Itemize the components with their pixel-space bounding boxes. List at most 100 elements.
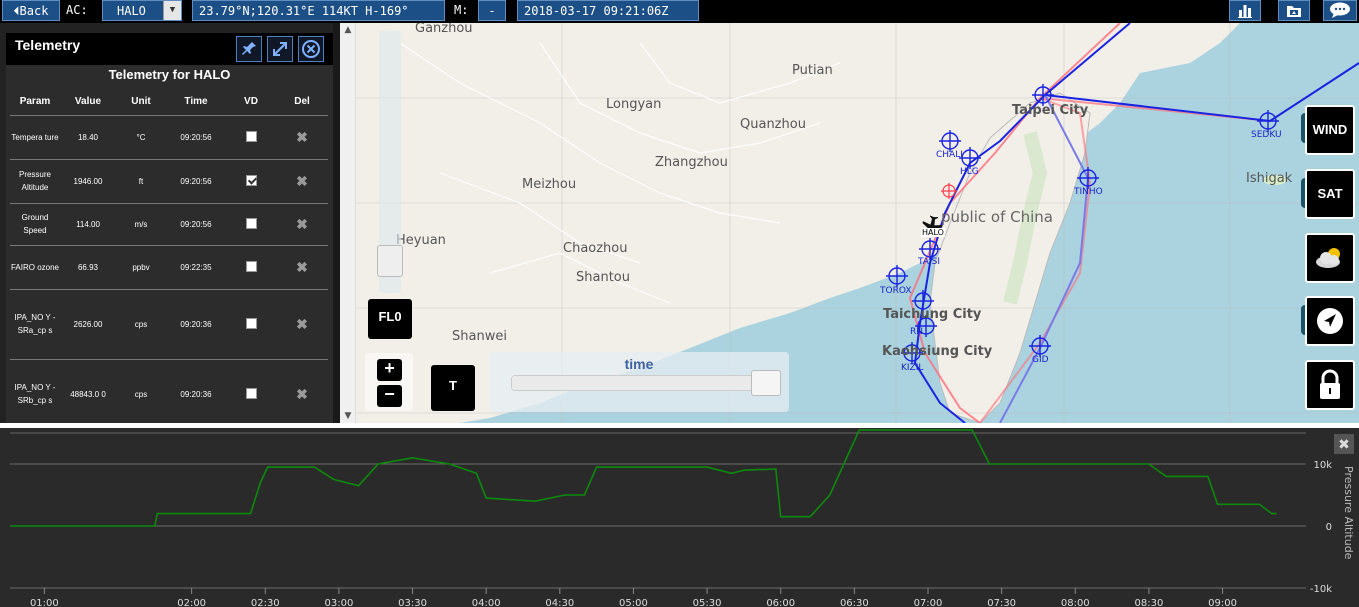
map-place-label: Taipei City xyxy=(1012,103,1089,118)
pin-button[interactable] xyxy=(236,36,262,62)
unit-cell: m/s xyxy=(116,203,166,246)
vd-cell xyxy=(226,289,276,360)
col-param: Param xyxy=(10,89,60,116)
vd-cell xyxy=(226,245,276,290)
telemetry-row: Pressure Altitude 1946.00 ft 09:20:56 ✖ xyxy=(10,159,328,204)
telemetry-body: Tempera ture 18.40 °C 09:20:56 ✖ Pressure Alt… xyxy=(10,115,328,423)
col-vd: VD xyxy=(226,89,276,116)
telemetry-table: Param Value Unit Time VD Del Tempera tur… xyxy=(10,89,328,423)
map-place-label: Longyan xyxy=(606,97,662,112)
chevron-up-icon[interactable]: ▲ xyxy=(340,25,356,35)
telemetry-row: FAIRO ozone 66.93 ppbv 09:22:35 ✖ xyxy=(10,245,328,290)
x-tick-label: 09:00 xyxy=(1208,598,1237,607)
del-cell: ✖ xyxy=(276,245,328,290)
expand-icon xyxy=(273,42,287,56)
altitude-slider-handle[interactable] xyxy=(377,245,403,277)
back-button[interactable]: ⏴Back xyxy=(2,0,60,21)
satellite-layer-button[interactable]: SAT xyxy=(1305,169,1355,219)
x-tick-label: 07:00 xyxy=(914,598,943,607)
telemetry-header: Telemetry xyxy=(6,33,333,65)
plot-canvas[interactable]: 10k 0 -10k 01:00 02:00 02:30 03:00 03:30 04:00 04… xyxy=(0,428,1359,607)
col-del: Del xyxy=(276,89,328,116)
value-cell: 1946.00 xyxy=(60,159,116,204)
x-tick-label: 07:30 xyxy=(987,598,1016,607)
mode-button[interactable]: - xyxy=(478,0,506,21)
vd-cell xyxy=(226,159,276,204)
x-tick-label: 01:00 xyxy=(30,598,59,607)
pressure-altitude-plot[interactable]: 10k 0 -10k 01:00 02:00 02:30 03:00 03:30 04:00 04… xyxy=(0,428,1359,607)
timeseries-panel: 10k 0 -10k 01:00 02:00 02:30 03:00 03:30 04:00 04… xyxy=(0,423,1359,607)
vd-cell xyxy=(226,359,276,423)
aircraft-select[interactable]: HALO ▼ xyxy=(102,0,182,21)
telemetry-row: IPA_NO Y - SRa_cp s 2626.00 cps 09:20:36 ✖ xyxy=(10,289,328,360)
map-place-label: Kaohsiung City xyxy=(882,344,993,359)
map-place-label: Taichung City xyxy=(883,307,982,322)
vd-checkbox[interactable] xyxy=(245,387,257,399)
x-tick-label: 02:00 xyxy=(177,598,206,607)
pressure-altitude-series-line[interactable] xyxy=(10,429,1277,527)
time-cell: 09:20:56 xyxy=(166,159,226,204)
value-cell: 2626.00 xyxy=(60,289,116,360)
unit-cell: ppbv xyxy=(116,245,166,290)
telemetry-header-row: Param Value Unit Time VD Del xyxy=(10,89,328,116)
app-root: ⏴Back AC: HALO ▼ 23.79°N;120.31°E 114KT … xyxy=(0,0,1359,607)
delete-row-icon[interactable]: ✖ xyxy=(296,386,308,402)
close-panel-button[interactable] xyxy=(298,36,324,62)
x-tick-label: 03:30 xyxy=(398,598,427,607)
weather-layer-button[interactable] xyxy=(1305,233,1355,283)
delete-row-icon[interactable]: ✖ xyxy=(296,173,308,189)
lock-button[interactable] xyxy=(1305,360,1355,410)
waypoint-label: TOROX xyxy=(880,286,912,296)
param-cell: Pressure Altitude xyxy=(10,159,60,204)
map-scrollbar[interactable]: ▲ ▼ xyxy=(340,23,356,423)
delete-row-icon[interactable]: ✖ xyxy=(296,316,308,332)
time-cell: 09:20:36 xyxy=(166,359,226,423)
waypoint-label: GID xyxy=(1032,355,1049,365)
time-slider-handle[interactable] xyxy=(750,370,781,396)
x-tick-label: 06:30 xyxy=(840,598,869,607)
time-cell: 09:20:36 xyxy=(166,289,226,360)
expand-button[interactable] xyxy=(267,36,293,62)
map-view[interactable]: Ganzhou Putian Longyan Quanzhou Zhangzhou Mei… xyxy=(340,23,1359,423)
value-cell: 18.40 xyxy=(60,115,116,160)
delete-row-icon[interactable]: ✖ xyxy=(296,129,308,145)
param-cell: IPA_NO Y - SRb_cp s xyxy=(10,359,60,423)
flight-level-button[interactable]: FL0 xyxy=(368,299,412,339)
top-toolbar: ⏴Back AC: HALO ▼ 23.79°N;120.31°E 114KT … xyxy=(0,0,1359,23)
param-cell: Tempera ture xyxy=(10,115,60,160)
telemetry-scrollbar[interactable] xyxy=(333,23,340,423)
delete-row-icon[interactable]: ✖ xyxy=(296,259,308,275)
map-place-label: Shantou xyxy=(576,270,630,285)
col-unit: Unit xyxy=(116,89,166,116)
vd-checkbox[interactable] xyxy=(245,130,257,142)
vd-checkbox[interactable] xyxy=(245,317,257,329)
waypoint-label: TAISI xyxy=(918,257,940,267)
x-tick-label: 08:30 xyxy=(1134,598,1163,607)
x-tick-label: 05:00 xyxy=(619,598,648,607)
map-place-label: Shanwei xyxy=(452,329,507,344)
pin-icon xyxy=(242,42,256,55)
map-place-label: Ganzhou xyxy=(415,23,473,36)
close-icon[interactable]: ✖ xyxy=(1338,437,1350,453)
vd-checkbox[interactable] xyxy=(245,217,257,229)
delete-row-icon[interactable]: ✖ xyxy=(296,216,308,232)
navigation-button[interactable] xyxy=(1305,296,1355,346)
zoom-out-button[interactable]: − xyxy=(377,385,402,407)
chevron-down-icon[interactable]: ▼ xyxy=(163,1,181,20)
param-cell: IPA_NO Y - SRa_cp s xyxy=(10,289,60,360)
chat-button[interactable] xyxy=(1323,0,1357,21)
folder-button[interactable] xyxy=(1278,0,1310,21)
chart-button[interactable] xyxy=(1229,0,1261,21)
zoom-control: + − xyxy=(365,353,413,411)
wind-layer-button[interactable]: WIND xyxy=(1305,105,1355,155)
zoom-in-button[interactable]: + xyxy=(377,359,402,381)
time-slider[interactable] xyxy=(511,375,779,391)
value-cell: 66.93 xyxy=(60,245,116,290)
map-place-label: public of China xyxy=(941,208,1053,226)
chevron-down-icon[interactable]: ▼ xyxy=(340,411,356,421)
del-cell: ✖ xyxy=(276,115,328,160)
y-tick-label: 0 xyxy=(1326,522,1332,533)
vd-checkbox[interactable] xyxy=(245,174,257,186)
time-toggle-button[interactable]: T xyxy=(431,365,475,411)
vd-checkbox[interactable] xyxy=(245,260,257,272)
